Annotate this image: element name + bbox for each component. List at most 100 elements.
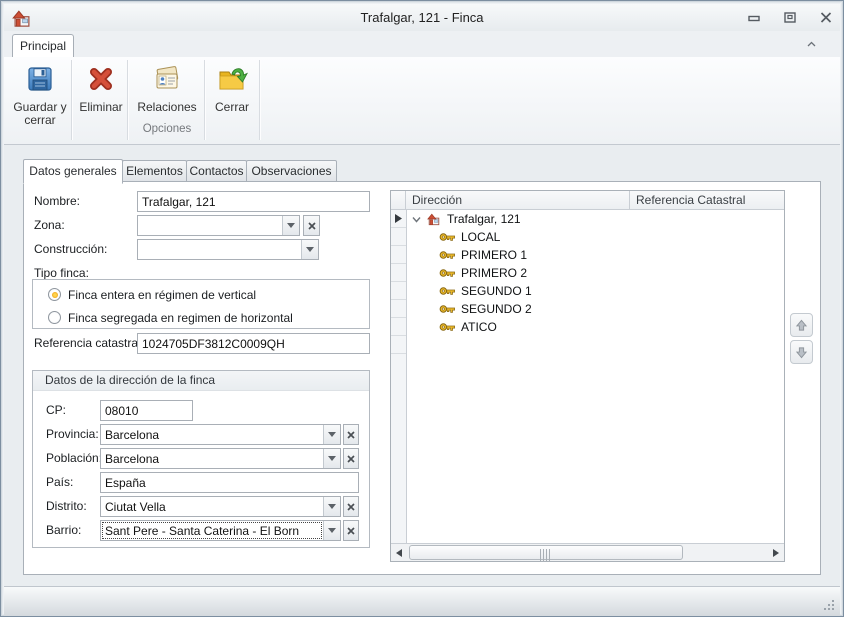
grid-column-direccion[interactable]: Dirección [406,191,630,210]
chevron-down-icon [328,504,336,509]
radio-finca-entera[interactable] [48,288,61,301]
construccion-combo[interactable] [137,239,319,260]
ribbon-separator [71,60,73,140]
close-button[interactable] [818,10,834,26]
scroll-left-button[interactable] [391,544,407,561]
tree-row-child[interactable]: ATICO [407,318,784,336]
grid-header: Dirección Referencia Catastral [391,191,784,210]
tree-row-child[interactable]: SEGUNDO 1 [407,282,784,300]
tab-contactos[interactable]: Contactos [186,160,247,183]
minimize-icon [748,13,760,23]
barrio-dropdown-button[interactable] [323,521,340,540]
poblacion-input[interactable] [101,449,323,468]
minimize-button[interactable] [746,10,762,26]
title-bar: Trafalgar, 121 - Finca [4,4,840,31]
arrow-left-icon [396,549,402,557]
house-icon [426,212,442,226]
zona-label: Zona: [34,215,65,235]
chevron-down-icon [287,223,295,228]
radio-finca-segregada-label: Finca segregada en regimen de horizontal [68,310,293,326]
tree-row-child[interactable]: SEGUNDO 2 [407,300,784,318]
pais-input[interactable] [100,472,359,493]
delete-button[interactable]: Eliminar [75,60,127,138]
scrollbar-thumb[interactable] [409,545,683,560]
pais-label: País: [46,472,73,492]
datos-generales-pane: Nombre: Zona: Construcción: Tipo finca: … [23,181,821,575]
provincia-combo[interactable] [100,424,341,445]
poblacion-clear-button[interactable] [343,448,359,469]
row-indicator [391,264,406,282]
grid-column-referencia[interactable]: Referencia Catastral [630,191,784,210]
grid-body: Trafalgar, 121 LOCAL PRIMERO 1 PRIMERO 2 [407,210,784,544]
tree-child-label: LOCAL [461,230,500,244]
move-down-button[interactable] [790,340,813,364]
zona-combo[interactable] [137,215,300,236]
tree-row-child[interactable]: PRIMERO 1 [407,246,784,264]
row-indicator-current[interactable] [391,210,406,228]
window-title: Trafalgar, 121 - Finca [4,4,840,31]
distrito-clear-button[interactable] [343,496,359,517]
chevron-down-icon [306,247,314,252]
key-icon [439,232,456,242]
tree-row-child[interactable]: LOCAL [407,228,784,246]
tab-observaciones[interactable]: Observaciones [246,160,337,183]
referencia-catastral-input[interactable] [137,333,370,354]
poblacion-combo[interactable] [100,448,341,469]
key-icon [439,304,456,314]
expander-collapse-icon[interactable] [411,214,422,225]
folder-close-icon [216,63,248,95]
grid-row-indicator-strip [391,210,407,544]
provincia-label: Provincia: [46,424,99,444]
close-form-label: Cerrar [208,101,256,114]
tree-row-child[interactable]: PRIMERO 2 [407,264,784,282]
ribbon-group-label: Opciones [130,123,204,135]
close-form-button[interactable]: Cerrar [208,60,256,138]
poblacion-dropdown-button[interactable] [323,449,340,468]
tab-datos-generales[interactable]: Datos generales [23,159,123,184]
radio-finca-segregada[interactable] [48,311,61,324]
distrito-combo[interactable] [100,496,341,517]
tree-child-label: PRIMERO 2 [461,266,527,280]
cp-input[interactable] [100,400,193,421]
ribbon-tab-principal[interactable]: Principal [12,34,74,58]
arrow-down-icon [795,346,808,359]
direccion-group-title: Datos de la dirección de la finca [33,371,369,391]
resize-grip[interactable] [823,599,835,611]
zona-dropdown-button[interactable] [282,216,299,235]
move-up-button[interactable] [790,313,813,337]
close-icon [820,12,832,23]
current-row-arrow-icon [395,214,402,223]
delete-x-icon [85,63,117,95]
tab-elementos[interactable]: Elementos [122,160,187,183]
nombre-input[interactable] [137,191,370,212]
grid-indicator-header [391,191,406,210]
collapse-ribbon-icon[interactable] [805,38,818,51]
provincia-input[interactable] [101,425,323,444]
horizontal-scrollbar[interactable] [391,543,784,561]
construccion-input[interactable] [138,240,301,259]
zona-input[interactable] [138,216,282,235]
tree-root-label: Trafalgar, 121 [447,212,521,226]
save-icon [24,63,56,95]
distrito-input[interactable] [101,497,323,516]
zona-clear-button[interactable] [303,215,320,236]
ribbon-separator [204,60,206,140]
barrio-input[interactable] [101,521,323,540]
tree-row-root[interactable]: Trafalgar, 121 [407,210,784,228]
save-and-close-button[interactable]: Guardar y cerrar [12,60,68,138]
barrio-combo[interactable] [100,520,341,541]
construccion-dropdown-button[interactable] [301,240,318,259]
key-icon [439,322,456,332]
barrio-label: Barrio: [46,520,81,540]
row-indicator [391,228,406,246]
barrio-clear-button[interactable] [343,520,359,541]
scroll-right-button[interactable] [768,544,784,561]
save-and-close-label: Guardar y cerrar [12,101,68,127]
content-panel: Datos generales Elementos Contactos Obse… [4,145,840,586]
provincia-clear-button[interactable] [343,424,359,445]
distrito-dropdown-button[interactable] [323,497,340,516]
provincia-dropdown-button[interactable] [323,425,340,444]
clear-x-icon [347,503,355,511]
row-indicator [391,318,406,336]
restore-button[interactable] [782,10,798,26]
